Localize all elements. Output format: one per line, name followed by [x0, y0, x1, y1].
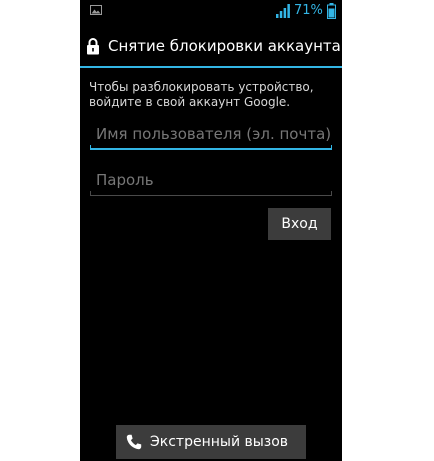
signal-icon	[276, 4, 290, 18]
phone-icon	[126, 434, 142, 450]
battery-percent: 71%	[294, 3, 323, 18]
password-underline-tick-left	[90, 191, 91, 196]
username-field[interactable]	[90, 122, 332, 150]
username-underline	[90, 148, 332, 150]
instructions-text: Чтобы разблокировать устройство, войдите…	[89, 80, 314, 109]
status-bar: 71%	[80, 0, 342, 22]
page-title: Снятие блокировки аккаунта	[108, 37, 341, 55]
username-input[interactable]	[90, 122, 332, 146]
lock-screen: 71% Снятие блокировки аккаунта Чтобы раз…	[80, 0, 342, 461]
gallery-icon	[90, 5, 102, 15]
login-button[interactable]: Вход	[268, 208, 331, 240]
emergency-call-button[interactable]: Экстренный вызов	[116, 425, 306, 459]
lock-icon	[87, 38, 99, 55]
battery-icon	[327, 3, 336, 19]
password-field[interactable]	[90, 168, 332, 196]
username-underline-tick-left	[90, 145, 91, 150]
username-underline-tick-right	[331, 145, 332, 150]
password-underline	[90, 195, 332, 196]
emergency-call-label: Экстренный вызов	[150, 434, 289, 450]
header: Снятие блокировки аккаунта	[80, 30, 342, 64]
password-input[interactable]	[90, 168, 332, 192]
title-divider	[80, 66, 342, 68]
password-underline-tick-right	[331, 191, 332, 196]
